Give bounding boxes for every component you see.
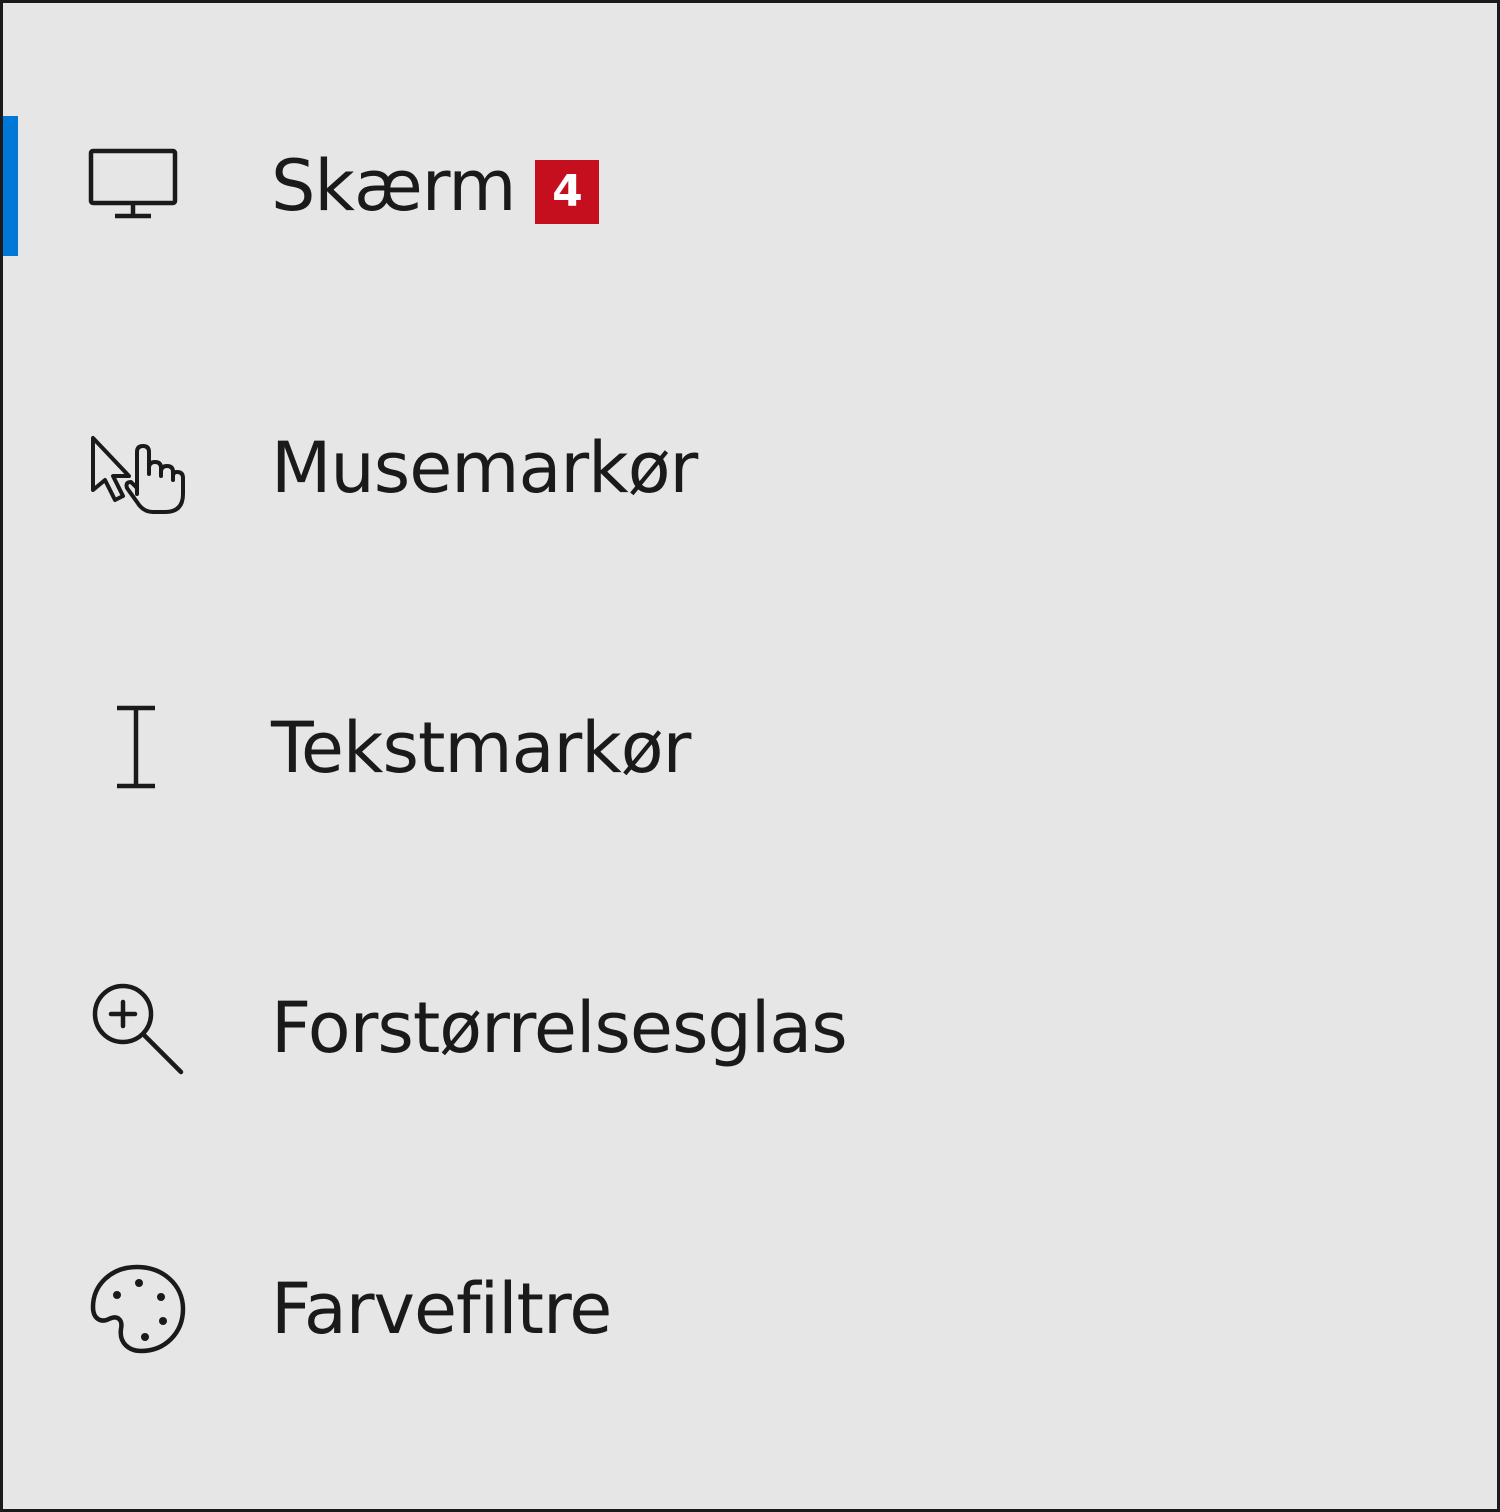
- nav-item-label: Skærm: [271, 145, 516, 227]
- nav-item-label: Forstørrelsesglas: [271, 987, 848, 1069]
- selection-indicator: [3, 116, 18, 256]
- nav-item-mouse-pointer[interactable]: Musemarkør: [3, 398, 1497, 538]
- palette-icon: [81, 1259, 191, 1359]
- nav-item-magnifier[interactable]: Forstørrelsesglas: [3, 958, 1497, 1098]
- nav-item-display[interactable]: Skærm 4: [3, 116, 1497, 256]
- nav-item-text-cursor[interactable]: Tekstmarkør: [3, 678, 1497, 818]
- nav-item-label: Musemarkør: [271, 427, 698, 509]
- text-cursor-icon: [81, 698, 191, 798]
- notification-badge: 4: [535, 160, 600, 224]
- nav-item-label: Tekstmarkør: [271, 707, 691, 789]
- mouse-pointer-icon: [81, 418, 191, 518]
- monitor-icon: [81, 136, 191, 236]
- accessibility-nav-panel: Skærm 4 Musemarkør Tekstmarkør Forstørre…: [0, 0, 1500, 1512]
- nav-item-color-filters[interactable]: Farvefiltre: [3, 1239, 1497, 1379]
- nav-item-label: Farvefiltre: [271, 1268, 612, 1350]
- magnifier-icon: [81, 978, 191, 1078]
